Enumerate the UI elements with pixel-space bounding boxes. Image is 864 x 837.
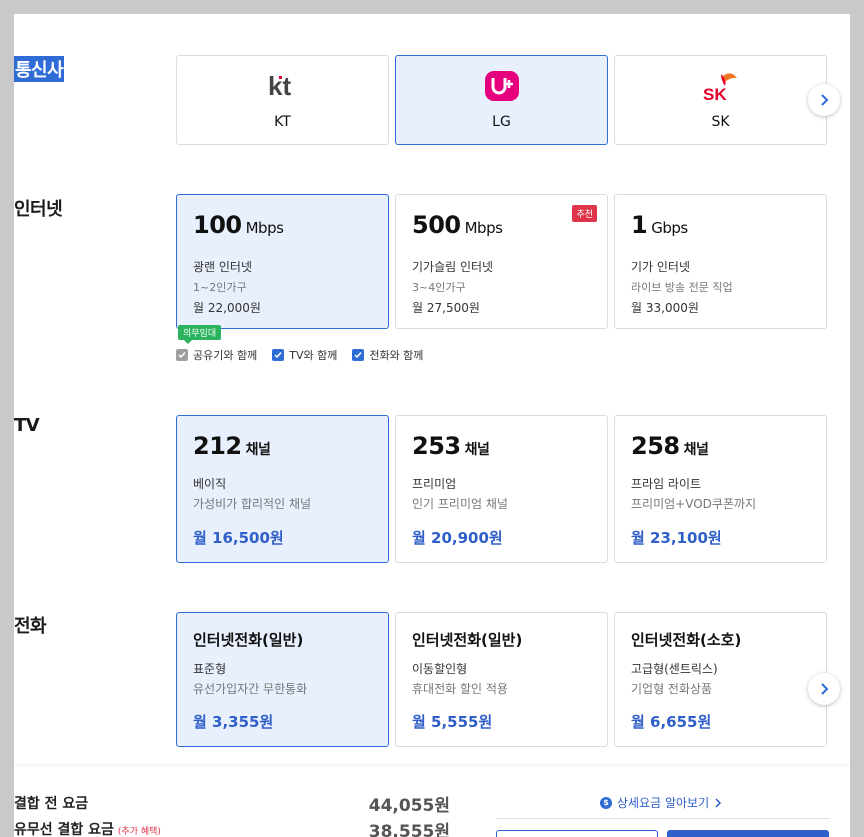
mandatory-rental-badge: 의무임대 bbox=[178, 325, 222, 344]
tv-plan-name: 베이직 bbox=[193, 477, 227, 491]
price-summary-footer: 결합 전 요금 44,055원 유무선 결합 요금 (추가 혜택) 38,555원… bbox=[14, 767, 850, 837]
detail-price-link[interactable]: $ 상세요금 알아보기 bbox=[600, 794, 722, 811]
carrier-label: KT bbox=[274, 114, 291, 130]
option-label: TV와 함께 bbox=[289, 349, 338, 362]
phone-card-soho[interactable]: 인터넷전화(소호) 고급형(센트릭스) 기업형 전화상품 월 6,655원 bbox=[614, 612, 827, 747]
chevron-right-icon bbox=[715, 797, 722, 808]
internet-options: 공유기와 함께 TV와 함께 전화와 함께 bbox=[176, 347, 423, 363]
tv-price: 월 16,500원 bbox=[193, 529, 284, 547]
internet-speed: 1 Gbps bbox=[631, 211, 688, 239]
checkbox-checked-icon bbox=[176, 349, 188, 361]
phone-price: 월 3,355원 bbox=[193, 713, 274, 731]
tv-card-premium[interactable]: 253 채널 프리미엄 인기 프리미엄 채널 월 20,900원 bbox=[395, 415, 608, 563]
internet-household: 라이브 방송 전문 직업 bbox=[631, 281, 733, 294]
tv-card-prime-lite[interactable]: 258 채널 프라임 라이트 프리미엄+VOD쿠폰까지 월 23,100원 bbox=[614, 415, 827, 563]
carrier-next-button[interactable] bbox=[808, 84, 840, 116]
checkbox-checked-icon bbox=[272, 349, 285, 361]
phone-plan-name: 인터넷전화(일반) bbox=[412, 631, 523, 649]
phone-price: 월 6,655원 bbox=[631, 713, 712, 731]
phone-plan-type: 표준형 bbox=[193, 662, 227, 676]
internet-type: 기가슬림 인터넷 bbox=[412, 260, 494, 274]
tv-channels: 212 채널 bbox=[193, 432, 271, 460]
internet-card-100mbps[interactable]: 100 Mbps 광랜 인터넷 1~2인가구 월 22,000원 bbox=[176, 194, 389, 329]
chevron-right-icon bbox=[821, 94, 829, 106]
lg-uplus-logo bbox=[396, 70, 607, 102]
bundle-price: 38,555원 bbox=[368, 822, 450, 837]
option-tv[interactable]: TV와 함께 bbox=[272, 347, 337, 363]
primary-button[interactable] bbox=[667, 830, 829, 837]
tv-price: 월 23,100원 bbox=[631, 529, 722, 547]
kt-logo: kt bbox=[177, 70, 388, 102]
option-label: 전화와 함께 bbox=[369, 349, 424, 362]
phone-plan-type: 이동할인형 bbox=[412, 662, 468, 676]
bundle-price-label: 유무선 결합 요금 (추가 혜택) bbox=[14, 822, 161, 837]
internet-price: 월 27,500원 bbox=[412, 301, 480, 315]
tv-plan-desc: 인기 프리미엄 채널 bbox=[412, 497, 508, 511]
phone-plan-name: 인터넷전화(소호) bbox=[631, 631, 742, 649]
internet-household: 1~2인가구 bbox=[193, 281, 247, 294]
phone-card-standard[interactable]: 인터넷전화(일반) 표준형 유선가입자간 무한통화 월 3,355원 bbox=[176, 612, 389, 747]
phone-plan-name: 인터넷전화(일반) bbox=[193, 631, 304, 649]
internet-card-500mbps[interactable]: 추천 500 Mbps 기가슬림 인터넷 3~4인가구 월 27,500원 bbox=[395, 194, 608, 329]
carrier-card-sk[interactable]: SK SK bbox=[614, 55, 827, 145]
section-title-tv: TV bbox=[14, 415, 40, 436]
tv-plan-desc: 가성비가 합리적인 채널 bbox=[193, 497, 312, 511]
carrier-label: LG bbox=[492, 114, 511, 130]
checkbox-checked-icon bbox=[352, 349, 365, 361]
internet-card-1gbps[interactable]: 1 Gbps 기가 인터넷 라이브 방송 전문 직업 월 33,000원 bbox=[614, 194, 827, 329]
svg-text:SK: SK bbox=[703, 85, 727, 102]
tv-channels: 253 채널 bbox=[412, 432, 490, 460]
secondary-button[interactable] bbox=[496, 830, 658, 837]
internet-speed: 500 Mbps bbox=[412, 211, 503, 239]
extra-benefit-note: (추가 혜택) bbox=[117, 827, 161, 837]
internet-household: 3~4인가구 bbox=[412, 281, 466, 294]
phone-plan-type: 고급형(센트릭스) bbox=[631, 662, 718, 676]
dollar-icon: $ bbox=[600, 796, 612, 809]
tv-plan-name: 프리미엄 bbox=[412, 477, 457, 491]
option-label: 공유기와 함께 bbox=[193, 349, 258, 362]
detail-link-label: 상세요금 알아보기 bbox=[617, 796, 710, 810]
tv-plan-desc: 프리미엄+VOD쿠폰까지 bbox=[631, 497, 757, 511]
internet-type: 광랜 인터넷 bbox=[193, 260, 253, 274]
section-title-carrier: 통신사 bbox=[14, 56, 65, 82]
phone-plan-desc: 유선가입자간 무한통화 bbox=[193, 682, 308, 696]
internet-price: 월 33,000원 bbox=[631, 301, 699, 315]
section-title-phone: 전화 bbox=[14, 616, 47, 637]
section-title-internet: 인터넷 bbox=[14, 199, 63, 220]
internet-type: 기가 인터넷 bbox=[631, 260, 691, 274]
carrier-card-lg[interactable]: LG bbox=[395, 55, 608, 145]
phone-price: 월 5,555원 bbox=[412, 713, 493, 731]
chevron-right-icon bbox=[821, 683, 829, 695]
tv-plan-name: 프라임 라이트 bbox=[631, 477, 702, 491]
tv-card-basic[interactable]: 212 채널 베이직 가성비가 합리적인 채널 월 16,500원 bbox=[176, 415, 389, 563]
internet-price: 월 22,000원 bbox=[193, 301, 261, 315]
internet-speed: 100 Mbps bbox=[193, 211, 284, 239]
sk-logo: SK bbox=[615, 70, 826, 102]
option-router[interactable]: 공유기와 함께 bbox=[176, 347, 257, 363]
carrier-card-kt[interactable]: kt KT bbox=[176, 55, 389, 145]
phone-plan-desc: 기업형 전화상품 bbox=[631, 682, 713, 696]
phone-next-button[interactable] bbox=[808, 673, 840, 705]
tv-price: 월 20,900원 bbox=[412, 529, 503, 547]
option-phone[interactable]: 전화와 함께 bbox=[352, 347, 423, 363]
phone-plan-desc: 휴대전화 할인 적용 bbox=[412, 682, 508, 696]
tv-channels: 258 채널 bbox=[631, 432, 709, 460]
before-bundle-label: 결합 전 요금 bbox=[14, 796, 89, 812]
before-bundle-price: 44,055원 bbox=[368, 796, 450, 816]
recommend-badge: 추천 bbox=[572, 205, 597, 222]
footer-divider bbox=[496, 818, 830, 819]
phone-card-mobile-discount[interactable]: 인터넷전화(일반) 이동할인형 휴대전화 할인 적용 월 5,555원 bbox=[395, 612, 608, 747]
carrier-label: SK bbox=[711, 114, 730, 130]
page: 통신사 kt KT LG SK SK 인터넷 100 Mbps 광랜 인터넷 1… bbox=[14, 14, 850, 837]
